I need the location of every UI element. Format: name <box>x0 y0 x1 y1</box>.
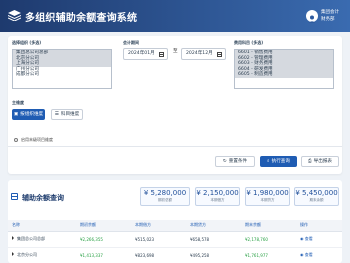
column-header: 操作 <box>296 220 342 232</box>
view-link[interactable]: ◉ 查看 <box>296 231 342 248</box>
user-avatar[interactable] <box>306 10 318 23</box>
stat-card: ¥ 2,150,000 本期借方 <box>195 187 240 206</box>
column-header[interactable]: 本期借方 <box>131 220 186 232</box>
table-header-row: 名称 期初余额 本期借方 本期贷方 期末余额 操作 <box>8 220 342 232</box>
view-label: 查看 <box>304 252 313 257</box>
stat-card: ¥ 5,450,000 期末余额 <box>294 187 339 206</box>
dimension-org-label: 按组织维度 <box>20 112 44 117</box>
stat-value: ¥ 1,980,000 <box>246 189 289 197</box>
row-name-cell[interactable]: 北京分公司 <box>8 247 76 263</box>
stat-card: ¥ 1,980,000 本期贷方 <box>245 187 290 206</box>
closing-cell: ¥1,761,977 <box>241 247 296 263</box>
stat-value: ¥ 5,450,000 <box>295 189 338 197</box>
table-row[interactable]: 集团总公司总部 ¥2,266,355 ¥515,023 ¥658,578 ¥2,… <box>8 231 342 248</box>
opening-cell: ¥1,413,337 <box>76 247 131 263</box>
query-label: 执行查询 <box>271 159 290 164</box>
stat-label: 期末余额 <box>309 197 324 202</box>
opening-cell: ¥2,266,355 <box>76 231 131 248</box>
search-icon: ⌕ <box>267 159 270 164</box>
dimension-account-button[interactable]: ☰ 科目维度 <box>51 109 83 120</box>
export-icon: ⎙ <box>307 159 312 164</box>
column-header[interactable]: 期初余额 <box>76 220 131 232</box>
org-label: 选择组织 (多选) <box>12 40 42 45</box>
layers-logo-icon <box>8 10 21 21</box>
stat-label: 本期贷方 <box>260 197 275 202</box>
leaf-item-label: 启用末级项目维度 <box>21 137 53 142</box>
row-name-cell[interactable]: 集团总公司总部 <box>8 231 76 248</box>
account-option[interactable]: 6605 - 制造费用 <box>235 72 333 78</box>
period-start-input[interactable]: 2024年01月 <box>123 48 168 60</box>
leaf-item-checkbox[interactable] <box>14 138 18 142</box>
period-to-label: 至 <box>173 49 178 54</box>
table-row[interactable]: 北京分公司 ¥1,413,337 ¥823,698 ¥495,258 ¥1,76… <box>8 247 342 263</box>
account-multiselect[interactable]: 6601 - 销售费用 6602 - 管理费用 6603 - 财务费用 6604… <box>234 49 334 89</box>
reset-button[interactable]: ↻ 重置条件 <box>215 156 255 167</box>
view-label: 查看 <box>304 236 313 241</box>
export-button[interactable]: ⎙ 导出报表 <box>301 156 339 167</box>
stat-card: ¥ 5,280,000 期初总额 <box>140 187 190 206</box>
row-name: 集团总公司总部 <box>17 236 45 241</box>
stat-label: 期初总额 <box>158 197 172 202</box>
stat-value: ¥ 5,280,000 <box>143 189 187 197</box>
credit-cell: ¥495,258 <box>186 247 241 263</box>
debit-cell: ¥823,698 <box>131 247 186 263</box>
user-icon <box>308 15 316 23</box>
export-label: 导出报表 <box>313 159 333 164</box>
refresh-icon: ↻ <box>222 159 227 164</box>
app-title: 多组织辅助余额查询系统 <box>25 13 138 24</box>
reset-label: 重置条件 <box>228 159 248 164</box>
row-name: 北京分公司 <box>17 252 37 257</box>
expand-icon[interactable] <box>12 252 14 256</box>
balance-table: 名称 期初余额 本期借方 本期贷方 期末余额 操作 集团总公司总部 ¥2,266… <box>8 220 342 263</box>
stat-value: ¥ 2,150,000 <box>196 189 239 197</box>
user-info: 集团会计 财务部 <box>321 9 339 23</box>
column-header[interactable]: 期末余额 <box>241 220 296 232</box>
expand-icon[interactable] <box>12 236 14 240</box>
period-end-value: 2024年12月 <box>186 51 213 56</box>
period-end-input[interactable]: 2024年12月 <box>181 48 226 60</box>
dimension-org-button[interactable]: ▣ 按组织维度 <box>12 109 45 120</box>
closing-cell: ¥2,178,760 <box>241 231 296 248</box>
calendar-icon <box>217 51 222 57</box>
sitemap-icon: ▣ <box>13 112 19 117</box>
org-option[interactable]: 成都分公司 <box>13 72 111 78</box>
user-role: 集团会计 <box>321 10 339 15</box>
dimension-account-label: 科目维度 <box>60 112 80 117</box>
view-link[interactable]: ◉ 查看 <box>296 247 342 263</box>
org-multiselect[interactable]: 集团总公司总部 北京分公司 上海分公司 广州分公司 成都分公司 <box>12 49 112 89</box>
dimension-label: 主维度 <box>12 100 24 105</box>
period-label: 会计期间 <box>123 40 139 45</box>
column-header[interactable]: 本期贷方 <box>186 220 241 232</box>
period-start-value: 2024年01月 <box>128 51 155 56</box>
credit-cell: ¥658,578 <box>186 231 241 248</box>
calendar-icon <box>159 51 164 57</box>
account-label: 费用科目 (多选) <box>234 40 264 45</box>
results-title: 辅助余额查询 <box>22 194 64 202</box>
debit-cell: ¥515,023 <box>131 231 186 248</box>
user-dept: 财务部 <box>321 17 335 22</box>
app-header: 多组织辅助余额查询系统 集团会计 财务部 <box>0 0 350 32</box>
list-icon: ☰ <box>54 112 59 117</box>
stat-label: 本期借方 <box>210 197 225 202</box>
panel-divider <box>8 146 342 147</box>
query-button[interactable]: ⌕ 执行查询 <box>260 156 297 167</box>
column-header[interactable]: 名称 <box>8 220 76 232</box>
table-icon <box>11 193 18 200</box>
